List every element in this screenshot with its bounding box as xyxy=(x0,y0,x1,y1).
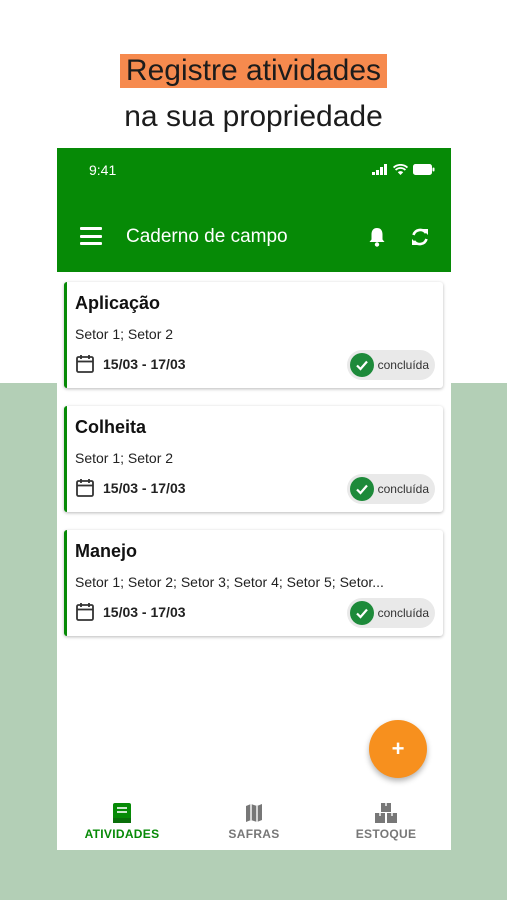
menu-icon-bar xyxy=(80,234,102,238)
battery-icon xyxy=(413,164,435,175)
activity-date-row: 15/03 - 17/03 xyxy=(75,602,186,622)
boxes-icon xyxy=(375,803,397,823)
bell-icon xyxy=(369,228,385,247)
activity-card[interactable]: Aplicação Setor 1; Setor 2 15/03 - 17/03… xyxy=(64,282,443,388)
book-icon xyxy=(113,803,131,823)
promo-headline: Registre atividades na sua propriedade xyxy=(0,50,507,138)
plus-icon: + xyxy=(391,736,405,761)
activity-sectors: Setor 1; Setor 2 xyxy=(75,326,174,342)
status-label: concluída xyxy=(377,606,429,620)
sync-icon xyxy=(412,228,428,246)
promo-line-1: Registre atividades xyxy=(119,54,388,88)
bottom-navigation: ATIVIDADES SAFRAS ESTOQUE xyxy=(57,796,451,850)
activity-date-row: 15/03 - 17/03 xyxy=(75,354,186,374)
activity-title: Manejo xyxy=(75,541,138,561)
activity-sectors: Setor 1; Setor 2 xyxy=(75,450,174,466)
activity-date: 15/03 - 17/03 xyxy=(103,604,186,620)
wifi-icon xyxy=(393,164,408,175)
status-label: concluída xyxy=(377,482,429,496)
status-time: 9:41 xyxy=(89,162,117,178)
add-activity-button[interactable]: + xyxy=(369,720,427,778)
check-icon xyxy=(349,477,374,501)
status-badge: concluída xyxy=(346,350,435,380)
activity-sectors: Setor 1; Setor 2; Setor 3; Setor 4; Seto… xyxy=(75,574,384,590)
phone-screen: 9:41 Caderno de campo Aplicação Setor 1;… xyxy=(57,148,451,850)
activity-date: 15/03 - 17/03 xyxy=(103,356,186,372)
status-icons xyxy=(372,164,435,175)
promo-line-2: na sua propriedade xyxy=(124,100,383,133)
activity-title: Aplicação xyxy=(75,293,161,313)
status-badge: concluída xyxy=(346,474,435,504)
activity-card[interactable]: Manejo Setor 1; Setor 2; Setor 3; Setor … xyxy=(64,530,443,636)
status-label: concluída xyxy=(377,358,429,372)
activity-title: Colheita xyxy=(75,417,147,437)
activity-date-row: 15/03 - 17/03 xyxy=(75,478,186,498)
toolbar-title: Caderno de campo xyxy=(126,226,288,247)
activity-date: 15/03 - 17/03 xyxy=(103,480,186,496)
nav-label-estoque: ESTOQUE xyxy=(355,827,417,841)
calendar-icon xyxy=(76,479,94,497)
sync-button[interactable] xyxy=(409,226,431,248)
status-badge: concluída xyxy=(346,598,435,628)
nav-label-safras: SAFRAS xyxy=(228,827,280,841)
calendar-icon xyxy=(76,355,94,373)
activity-card[interactable]: Colheita Setor 1; Setor 2 15/03 - 17/03 … xyxy=(64,406,443,512)
notifications-button[interactable] xyxy=(367,226,387,248)
calendar-icon xyxy=(76,603,94,621)
app-bar: 9:41 Caderno de campo xyxy=(57,148,451,272)
nav-item-atividades[interactable]: ATIVIDADES xyxy=(67,802,177,841)
nav-item-estoque[interactable]: ESTOQUE xyxy=(331,802,441,841)
signal-icon xyxy=(372,164,387,175)
check-icon xyxy=(349,353,374,377)
menu-button[interactable] xyxy=(80,227,102,245)
menu-icon xyxy=(80,227,102,230)
nav-item-safras[interactable]: SAFRAS xyxy=(199,802,309,841)
map-icon xyxy=(246,804,262,822)
menu-icon-bar xyxy=(80,242,102,245)
check-icon xyxy=(349,601,374,625)
nav-label-atividades: ATIVIDADES xyxy=(84,827,160,841)
